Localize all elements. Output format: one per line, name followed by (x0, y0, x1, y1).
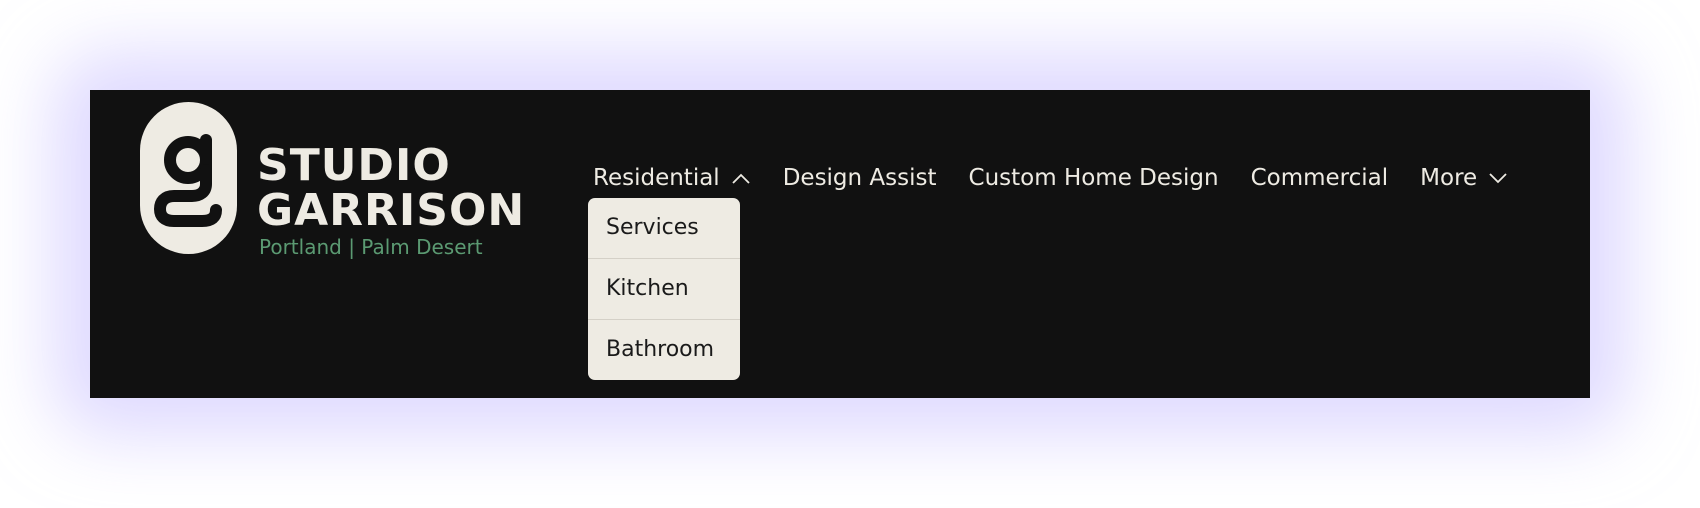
logo-badge (140, 102, 237, 254)
main-navigation: Residential Design Assist Custom Home De… (593, 158, 1508, 198)
nav-item-label: Design Assist (782, 165, 937, 191)
nav-item-custom-home-design[interactable]: Custom Home Design (969, 158, 1219, 198)
dropdown-item-kitchen[interactable]: Kitchen (588, 259, 740, 320)
nav-item-label: More (1420, 165, 1478, 191)
chevron-down-icon (1489, 173, 1507, 184)
residential-dropdown-menu: Services Kitchen Bathroom (588, 198, 740, 380)
brand-name-line-2: GARRISON (257, 185, 526, 236)
dropdown-item-services[interactable]: Services (588, 198, 740, 259)
nav-item-label: Commercial (1250, 165, 1389, 191)
site-header: STUDIO GARRISON Portland | Palm Desert R… (90, 90, 1590, 398)
nav-item-commercial[interactable]: Commercial (1251, 158, 1389, 198)
site-logo[interactable]: STUDIO GARRISON Portland | Palm Desert (140, 102, 620, 259)
brand-tagline: Portland | Palm Desert (259, 235, 483, 259)
nav-item-more[interactable]: More (1420, 158, 1508, 198)
chevron-up-icon (732, 173, 750, 184)
nav-item-label: Residential (593, 165, 720, 191)
brand-name-line-1: STUDIO (257, 140, 451, 191)
dropdown-item-bathroom[interactable]: Bathroom (588, 320, 740, 380)
nav-item-design-assist[interactable]: Design Assist (783, 158, 937, 198)
logo-g-mark-icon (154, 134, 222, 227)
nav-item-residential[interactable]: Residential (593, 158, 751, 198)
nav-item-label: Custom Home Design (968, 165, 1219, 191)
